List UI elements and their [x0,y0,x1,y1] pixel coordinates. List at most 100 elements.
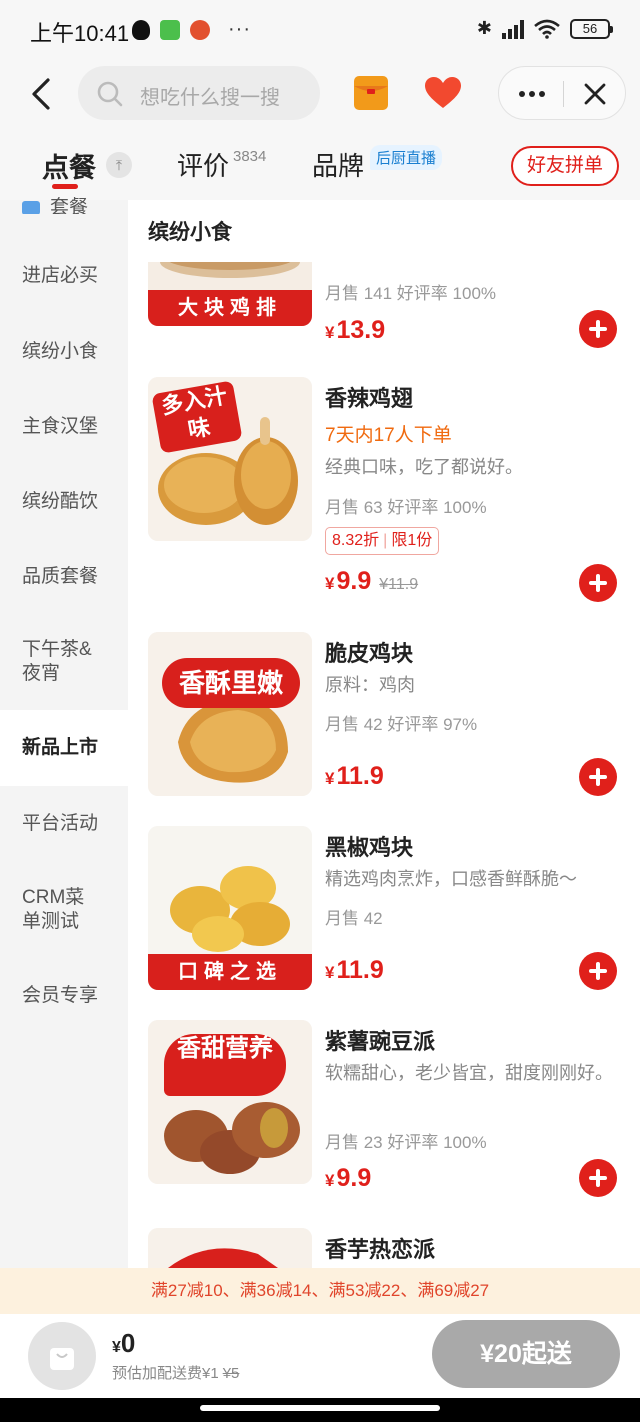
product-image[interactable]: 香甜营养 [148,1020,312,1184]
sidebar-item-crm-test[interactable]: CRM菜单测试 [0,886,96,934]
sidebar-item-partial[interactable]: 套餐 [0,196,128,214]
product-sales: 月售 141 好评率 100% [325,284,497,303]
taro-pie-image [148,1228,312,1268]
add-to-cart-button[interactable] [579,564,617,602]
currency-symbol: ¥ [325,574,335,593]
product-description: 软糯甜心，老少皆宜，甜度刚刚好。 [325,1063,613,1083]
discount-badge: 8.32折 | 限1份 [325,527,440,555]
add-to-cart-button[interactable] [579,758,617,796]
system-icons: ✱ 56 [476,18,613,39]
favorite-heart-icon[interactable] [424,76,462,110]
image-stamp: 香酥里嫩 [162,658,300,708]
sidebar-item-combos[interactable]: 品质套餐 [0,565,128,589]
product-card-taro-pie[interactable]: 香芋热恋派 [128,1228,640,1268]
capsule-divider [563,81,564,107]
product-description: 精选鸡肉烹炸，口感香鲜酥脆～ [325,869,577,889]
live-kitchen-badge[interactable]: 后厨直播 [370,145,443,170]
bluetooth-icon: ✱ [476,18,492,38]
red-packet-icon[interactable] [353,74,389,112]
product-sales: 月售 42 好评率 97% [325,715,478,734]
sidebar-item-members[interactable]: 会员专享 [0,984,128,1008]
product-card-black-pepper-nuggets[interactable]: 口碑之选 黑椒鸡块 精选鸡肉烹炸，口感香鲜酥脆～ 月售 42 ¥11.9 [128,826,640,996]
cart-button[interactable] [28,1322,96,1390]
sidebar-item-drinks[interactable]: 缤纷酷饮 [0,490,128,514]
status-time: 上午10:41 [30,21,130,46]
section-title: 缤纷小食 [148,221,232,244]
more-notifications-icon: ··· [228,18,251,40]
cart-bar: ¥0 预估加配送费¥1 ¥5 ¥20起送 [0,1314,640,1398]
active-tab-indicator [52,184,78,189]
sidebar-item-new-arrivals[interactable]: 新品上市 [0,710,128,786]
product-description: 经典口味，吃了都说好。 [325,457,523,477]
wifi-icon [534,19,560,39]
more-options-icon[interactable] [517,80,547,108]
currency-symbol: ¥ [325,323,335,342]
sidebar-item-afternoon-tea[interactable]: 下午茶&夜宵 [0,638,92,686]
status-bar: 上午10:41 ··· ✱ 56 [0,0,640,62]
search-placeholder: 想吃什么搜一搜 [140,87,280,109]
product-image[interactable]: 大块鸡排 [148,262,312,326]
original-price: ¥11.9 [379,576,419,593]
product-image[interactable]: 香酥里嫩 [148,632,312,796]
image-stamp: 香甜营养 [164,1034,286,1096]
product-image[interactable]: 多入汁味 [148,377,312,541]
delivery-fee: 预估加配送费¥1 ¥5 [112,1365,240,1382]
app-notification-icon [190,19,210,40]
mini-program-capsule [498,66,626,120]
shopping-bag-icon [50,1348,74,1370]
tab-order[interactable]: 点餐 [42,146,96,185]
combo-icon [22,200,40,214]
image-banner: 大块鸡排 [148,290,312,326]
product-name: 香芋热恋派 [325,1237,436,1262]
product-sales: 月售 23 好评率 100% [325,1133,487,1152]
crispy-chicken-image [148,632,312,796]
product-card-spicy-wings[interactable]: 多入汁味 香辣鸡翅 7天内17人下单 经典口味，吃了都说好。 月售 63 好评率… [128,377,640,607]
signal-icon [502,19,524,39]
product-image[interactable]: 口碑之选 [148,826,312,990]
product-name: 紫薯豌豆派 [325,1029,436,1054]
add-to-cart-button[interactable] [579,952,617,990]
sidebar-item-must-buy[interactable]: 进店必买 [0,264,128,288]
home-indicator[interactable] [200,1405,440,1411]
sidebar-item-snacks[interactable]: 缤纷小食 [0,340,128,364]
product-card-purple-potato-pie[interactable]: 香甜营养 紫薯豌豆派 软糯甜心，老少皆宜，甜度刚刚好。 月售 23 好评率 10… [128,1020,640,1197]
nav-bar: 想吃什么搜一搜 [0,62,640,126]
add-to-cart-button[interactable] [579,1159,617,1197]
category-sidebar: 套餐 进店必买 缤纷小食 主食汉堡 缤纷酷饮 品质套餐 下午茶&夜宵 新品上市 … [0,197,128,1268]
close-icon[interactable] [581,80,609,108]
notification-icons: ··· [132,18,251,41]
review-count: 3834 [233,148,267,165]
cart-total: ¥0 [112,1328,136,1358]
currency-symbol: ¥ [325,963,335,982]
download-icon [160,19,180,40]
search-icon [97,81,123,107]
product-name: 脆皮鸡块 [325,641,414,666]
currency-symbol: ¥ [325,769,335,788]
tab-bar: 点餐 ⤒ 评价 3834 品牌 后厨直播 好友拼单 [0,126,640,200]
promo-bar[interactable]: 满27减10、满36减14、满53减22、满69减27 [0,1268,640,1314]
delivery-fee-original: ¥5 [222,1365,240,1382]
tab-review[interactable]: 评价 [177,146,229,183]
back-arrow-icon[interactable] [26,76,56,112]
product-sales: 月售 63 好评率 100% [325,498,487,517]
product-image[interactable] [148,1228,312,1268]
image-banner: 口碑之选 [148,954,312,990]
product-sales: 月售 42 [325,909,383,928]
sidebar-item-platform-events[interactable]: 平台活动 [0,812,128,836]
friend-group-order-button[interactable]: 好友拼单 [511,146,619,186]
collapse-up-icon[interactable]: ⤒ [106,152,132,178]
search-input[interactable]: 想吃什么搜一搜 [78,66,320,120]
add-to-cart-button[interactable] [579,310,617,348]
product-card-crispy-nuggets[interactable]: 香酥里嫩 脆皮鸡块 原料：鸡肉 月售 42 好评率 97% ¥11.9 [128,632,640,802]
product-name: 香辣鸡翅 [325,386,414,411]
qq-icon [132,19,150,40]
product-price: ¥11.9 [325,762,384,790]
product-description: 原料：鸡肉 [325,675,415,695]
gesture-area [0,1398,640,1422]
product-price: ¥11.9 [325,956,384,984]
minimum-order-button[interactable]: ¥20起送 [432,1320,620,1388]
sidebar-item-burgers[interactable]: 主食汉堡 [0,415,128,439]
product-price: ¥9.9 ¥11.9 [325,567,419,595]
tab-brand[interactable]: 品牌 [312,146,364,183]
product-price: ¥13.9 [325,316,386,344]
